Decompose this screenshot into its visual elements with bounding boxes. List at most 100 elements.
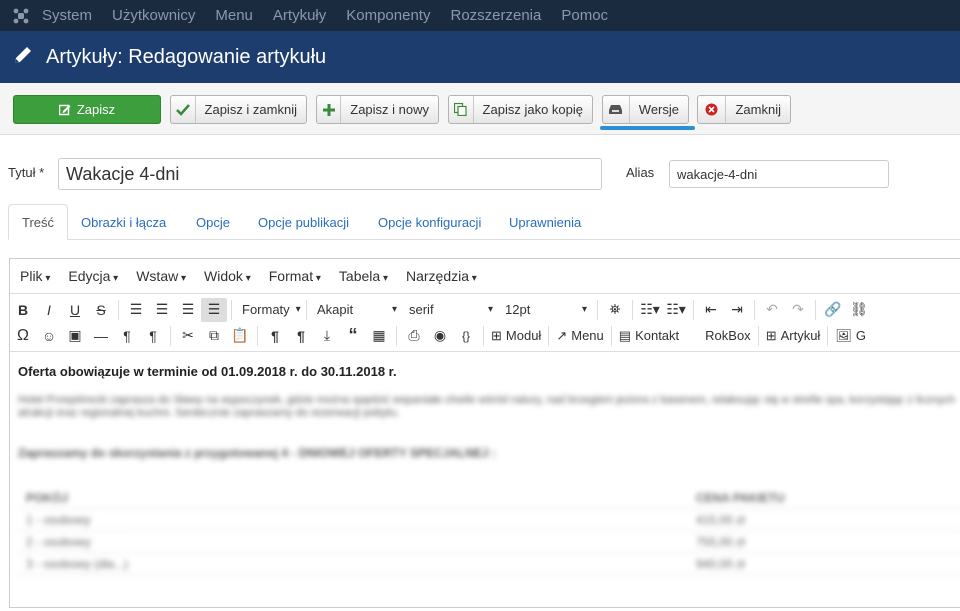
editor-menu-file[interactable]: Plik (20, 268, 50, 284)
save-new-button[interactable]: Zapisz i nowy (316, 95, 439, 124)
bullet-list-icon[interactable]: ☷▾ (637, 298, 663, 322)
divider (693, 299, 694, 320)
table-cell: 415,00 zł (696, 512, 745, 527)
versions-button[interactable]: Wersje (602, 95, 689, 124)
close-label: Zamknij (735, 102, 781, 117)
tab-images-links[interactable]: Obrazki i łącza (68, 204, 179, 240)
menu-label: Menu (571, 328, 604, 343)
article-button[interactable]: ⊞ Artykuł (763, 324, 824, 348)
divider (632, 299, 633, 320)
bold-icon[interactable]: B (10, 298, 36, 322)
numbered-list-icon[interactable]: ☷▾ (663, 298, 689, 322)
unlink-icon[interactable]: ⛓ (846, 298, 872, 322)
menu-users[interactable]: Użytkownicy (112, 7, 195, 24)
pencil-icon (12, 44, 34, 71)
offer-validity-line: Oferta obowiązuje w terminie od 01.09.20… (18, 364, 397, 379)
save-close-button[interactable]: Zapisz i zamknij (170, 95, 307, 124)
divider (548, 325, 550, 346)
align-justify-icon[interactable]: ☰ (201, 297, 227, 322)
editor-menu-table[interactable]: Tabela (339, 268, 388, 284)
article-label: Artykuł (780, 328, 821, 343)
template-icon[interactable]: ▦ (366, 324, 392, 348)
save-copy-label: Zapisz jako kopię (482, 102, 583, 117)
editor-menu-format[interactable]: Format (269, 268, 321, 284)
align-left-icon[interactable]: ☰ (123, 298, 149, 322)
font-size-dropdown[interactable]: 12pt (499, 298, 593, 322)
italic-icon[interactable]: I (36, 298, 62, 322)
outdent-icon[interactable]: ⇤ (698, 298, 724, 322)
divider (757, 325, 759, 346)
rokbox-button[interactable]: RokBox (702, 324, 754, 348)
print-icon[interactable]: ⎙ (401, 324, 427, 348)
action-toolbar: Zapisz Zapisz i zamknij Zapisz i nowy Za… (0, 83, 960, 135)
editor-menu-edit[interactable]: Edycja (68, 268, 118, 284)
cut-icon[interactable]: ✂ (175, 324, 201, 348)
find-binoculars-icon[interactable]: ⛯ (602, 298, 628, 322)
indent-icon[interactable]: ⇥ (724, 298, 750, 322)
editor-menubar: Plik Edycja Wstaw Widok Format Tabela Na… (10, 259, 960, 294)
ltr-icon[interactable]: ¶ (114, 324, 140, 348)
editor-content[interactable]: Oferta obowiązuje w terminie od 01.09.20… (10, 351, 960, 611)
emoticon-icon[interactable]: ☺ (36, 324, 62, 348)
menu-system[interactable]: System (42, 7, 92, 24)
rich-text-editor: Plik Edycja Wstaw Widok Format Tabela Na… (9, 258, 960, 608)
image-button[interactable]: 🖼 G (832, 324, 869, 348)
module-icon: ⊞ (491, 327, 502, 343)
menu-components[interactable]: Komponenty (346, 7, 430, 24)
divider (483, 325, 484, 346)
horizontal-rule-icon[interactable]: — (88, 324, 114, 348)
joomla-logo-icon[interactable] (0, 0, 42, 31)
divider (827, 325, 829, 346)
image-icon: 🖼 (835, 327, 852, 343)
plus-icon (317, 96, 342, 123)
menu-content[interactable]: Artykuły (273, 7, 326, 24)
link-icon[interactable]: 🔗 (820, 298, 846, 322)
strikethrough-icon[interactable]: S (88, 298, 114, 322)
tab-permissions[interactable]: Uprawnienia (496, 204, 594, 240)
undo-icon[interactable]: ↶ (759, 298, 785, 322)
preview-icon[interactable]: ◉ (427, 324, 453, 348)
special-char-icon[interactable]: Ω (10, 324, 36, 348)
formats-dropdown[interactable]: Formaty (236, 298, 302, 322)
module-button[interactable]: ⊞ Moduł (488, 324, 544, 348)
editor-menu-view[interactable]: Widok (204, 268, 251, 284)
tab-configuration[interactable]: Opcje konfiguracji (365, 204, 494, 240)
editor-toolbar-row-1: B I U S ☰ ☰ ☰ ☰ Formaty Akapit serif 12p… (10, 296, 960, 323)
tab-options[interactable]: Opcje (183, 204, 243, 240)
tab-content[interactable]: Treść (8, 204, 69, 240)
code-icon[interactable]: {} (453, 324, 479, 348)
menu-extensions[interactable]: Rozszerzenia (450, 7, 541, 24)
redo-icon[interactable]: ↷ (785, 298, 811, 322)
table-cell: 755,00 zł (696, 534, 745, 549)
editor-menu-insert[interactable]: Wstaw (136, 268, 186, 284)
alias-field[interactable]: wakacje-4-dni (669, 160, 889, 188)
copy-icon[interactable]: ⧉ (201, 324, 227, 348)
table-cell: 940,00 zł (696, 556, 745, 571)
font-family-dropdown[interactable]: serif (403, 298, 499, 322)
title-field[interactable]: Wakacje 4-dni (58, 158, 602, 190)
align-right-icon[interactable]: ☰ (175, 298, 201, 322)
blockquote-icon[interactable]: “ (340, 324, 366, 348)
contact-button[interactable]: ▤ Kontakt (616, 324, 682, 348)
offer-heading: Zapraszamy do skorzystania z przygotowan… (18, 446, 496, 460)
menu-button[interactable]: ↗ Menu (553, 324, 606, 348)
align-center-icon[interactable]: ☰ (149, 298, 175, 322)
editor-menu-tools[interactable]: Narzędzia (406, 268, 477, 284)
block-format-dropdown[interactable]: Akapit (311, 298, 403, 322)
media-icon[interactable]: ▣ (62, 324, 88, 348)
visual-chars-icon[interactable]: ¶ (262, 324, 288, 348)
paste-icon[interactable]: 📋 (227, 324, 253, 348)
rtl-icon[interactable]: ¶ (140, 324, 166, 348)
save-copy-button[interactable]: Zapisz jako kopię (448, 95, 593, 124)
underline-icon[interactable]: U (62, 298, 88, 322)
save-button[interactable]: Zapisz (13, 95, 161, 124)
table-header-row: POKÓJ CENA PAKIETU (18, 487, 960, 509)
visual-blocks-icon[interactable]: ¶ (288, 324, 314, 348)
tab-publishing[interactable]: Opcje publikacji (245, 204, 362, 240)
menu-menus[interactable]: Menu (215, 7, 253, 24)
close-button[interactable]: Zamknij (697, 95, 791, 124)
menu-help[interactable]: Pomoc (561, 7, 608, 24)
divider (610, 325, 612, 346)
title-label: Tytuł * (8, 165, 45, 180)
insert-icon[interactable]: ⤓ (314, 324, 340, 348)
